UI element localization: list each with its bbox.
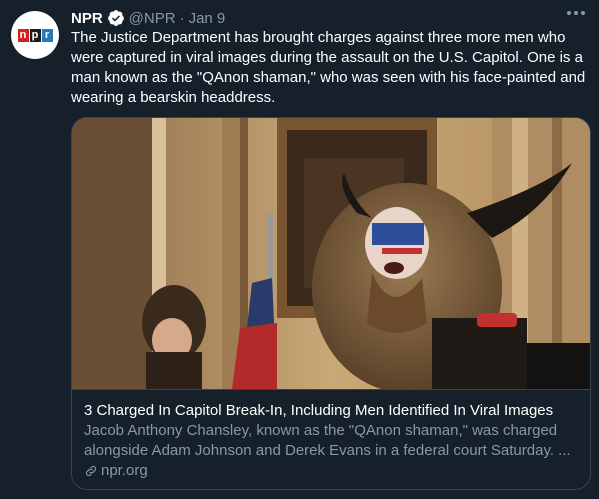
verified-badge-icon [107,10,124,26]
more-dot [567,11,571,15]
more-dot [574,11,578,15]
tweet[interactable]: n p r NPR @NPR · Jan 9 The Justice Depar… [0,0,599,499]
avatar[interactable]: n p r [11,11,59,59]
card-domain-label: npr.org [101,462,148,479]
npr-logo-icon: n p r [17,28,53,42]
card-domain[interactable]: npr.org [84,461,578,481]
more-dot [581,11,585,15]
card-title[interactable]: 3 Charged In Capitol Break-In, Including… [84,401,578,421]
separator-dot: · [179,9,185,27]
card-image[interactable] [72,118,590,389]
handle[interactable]: @NPR [129,10,176,27]
capitol-photo [72,118,590,389]
card-meta[interactable]: 3 Charged In Capitol Break-In, Including… [72,389,590,489]
display-name[interactable]: NPR [71,10,103,27]
more-options-icon[interactable] [567,10,585,16]
tweet-text: The Justice Department has brought charg… [71,29,586,106]
tweet-header: NPR @NPR · Jan 9 [71,8,225,28]
card-description: Jacob Anthony Chansley, known as the "QA… [84,422,571,459]
npr-logo-letter-n: n [17,28,29,42]
link-card[interactable]: 3 Charged In Capitol Break-In, Including… [71,117,591,490]
npr-logo-letter-p: p [29,28,41,42]
link-icon [85,465,97,477]
npr-logo-letter-r: r [41,28,53,42]
tweet-date[interactable]: Jan 9 [189,10,226,27]
